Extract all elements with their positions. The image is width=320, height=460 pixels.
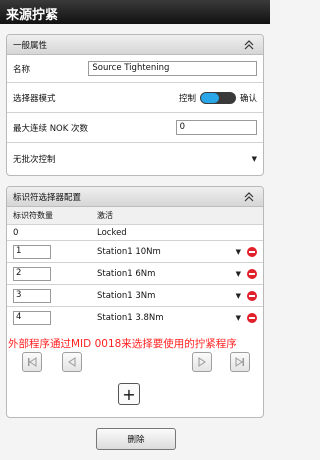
count-input[interactable]: 4: [13, 311, 51, 325]
general-properties-panel: 一般属性 名称 Source Tightening 选择器模式 控制 确认 最大…: [6, 34, 264, 176]
collapse-up-icon[interactable]: [241, 190, 257, 204]
table-row: 2 Station1 6Nm ▼: [7, 263, 263, 285]
add-identifier-button[interactable]: +: [118, 383, 140, 405]
first-page-icon: [28, 357, 37, 367]
program-value[interactable]: Station1 10Nm: [97, 247, 236, 257]
dropdown-icon[interactable]: ▼: [236, 248, 241, 256]
program-value[interactable]: Station1 3Nm: [97, 291, 236, 301]
column-count-header: 标识符数量: [13, 211, 53, 220]
toggle-knob: [200, 92, 219, 103]
name-field[interactable]: Source Tightening: [88, 61, 257, 76]
locked-value: Locked: [97, 227, 127, 238]
no-batch-row[interactable]: 无批次控制 ▼: [7, 143, 263, 175]
column-activate-header: 激活: [97, 211, 113, 220]
remove-icon[interactable]: [247, 313, 257, 323]
table-row: 3 Station1 3Nm ▼: [7, 285, 263, 307]
plus-icon: +: [122, 384, 136, 404]
dropdown-icon[interactable]: ▼: [236, 292, 241, 300]
table-row: 1 Station1 10Nm ▼: [7, 241, 263, 263]
dropdown-icon[interactable]: ▼: [252, 155, 257, 163]
dropdown-icon[interactable]: ▼: [236, 270, 241, 278]
general-properties-header: 一般属性: [7, 35, 263, 55]
table-header: 标识符数量 激活: [7, 207, 263, 225]
remove-icon[interactable]: [247, 246, 257, 257]
last-page-button[interactable]: [230, 352, 250, 372]
max-nok-label: 最大连续 NOK 次数: [13, 123, 89, 134]
name-label: 名称: [13, 64, 31, 75]
locked-count: 0: [13, 227, 19, 238]
table-row: 4 Station1 3.8Nm ▼: [7, 307, 263, 329]
identifier-selector-title: 标识符选择器配置: [13, 192, 82, 203]
count-cell: 3: [13, 288, 97, 303]
prev-page-icon: [68, 357, 76, 367]
max-nok-row: 最大连续 NOK 次数 0: [7, 113, 263, 143]
last-page-icon: [235, 357, 244, 367]
next-page-icon: [198, 357, 206, 367]
no-batch-label: 无批次控制: [13, 155, 56, 165]
count-input[interactable]: 1: [13, 244, 51, 259]
name-row: 名称 Source Tightening: [7, 55, 263, 83]
table-row-locked: 0 Locked: [7, 225, 263, 241]
count-input[interactable]: 3: [13, 288, 51, 303]
delete-button[interactable]: 删除: [96, 428, 176, 450]
general-properties-title: 一般属性: [13, 40, 48, 51]
page-title: 来源拧紧: [0, 0, 270, 24]
collapse-up-icon[interactable]: [241, 38, 257, 52]
mode-right-label: 确认: [239, 93, 257, 104]
remove-icon[interactable]: [247, 290, 257, 301]
mode-toggle[interactable]: [199, 91, 236, 104]
dropdown-icon[interactable]: ▼: [236, 314, 241, 322]
remove-icon[interactable]: [247, 268, 257, 279]
selector-mode-row: 选择器模式 控制 确认: [7, 83, 263, 113]
program-value[interactable]: Station1 3.8Nm: [97, 313, 236, 323]
count-input[interactable]: 2: [13, 266, 51, 281]
program-value[interactable]: Station1 6Nm: [97, 269, 236, 279]
max-nok-field[interactable]: 0: [175, 120, 257, 135]
first-page-button[interactable]: [22, 352, 42, 372]
prev-page-button[interactable]: [62, 352, 82, 372]
annotation-text: 外部程序通过MID 0018来选择要使用的拧紧程序: [8, 338, 237, 350]
count-cell: 2: [13, 266, 97, 281]
count-cell: 4: [13, 311, 97, 325]
identifier-selector-header: 标识符选择器配置: [7, 187, 263, 207]
next-page-button[interactable]: [192, 352, 212, 372]
mode-left-label: 控制: [178, 93, 196, 104]
selector-mode-label: 选择器模式: [13, 93, 56, 104]
count-cell: 1: [13, 244, 97, 259]
